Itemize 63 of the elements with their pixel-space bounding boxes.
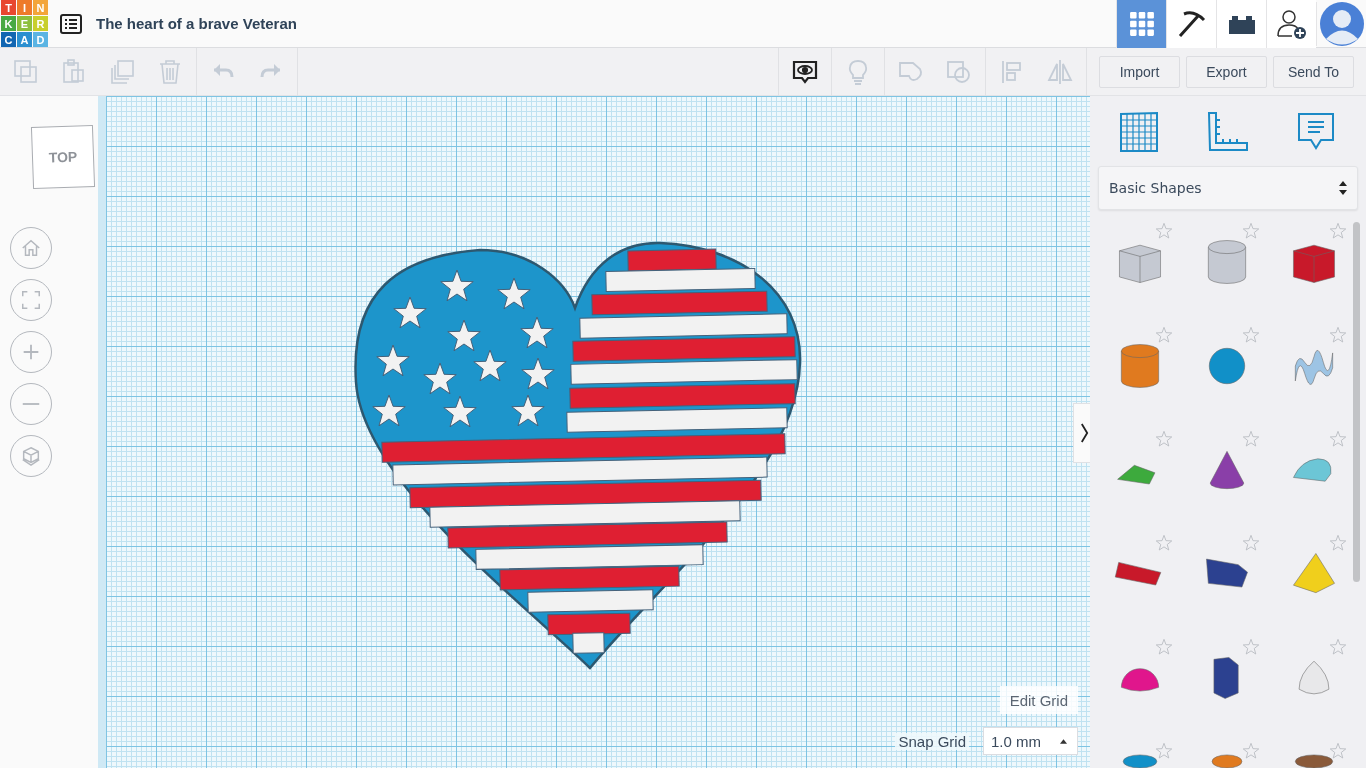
home-icon (20, 237, 42, 259)
logo-letter: I (17, 0, 32, 15)
home-button[interactable] (10, 227, 52, 269)
zoom-in-button[interactable] (10, 331, 52, 373)
logo-letter: R (33, 16, 48, 31)
favorite-star-icon[interactable] (1155, 222, 1173, 240)
favorite-star-icon[interactable] (1329, 222, 1347, 240)
logo-letter: N (33, 0, 48, 15)
ortho-button[interactable] (10, 435, 52, 477)
favorite-star-icon[interactable] (1155, 742, 1173, 760)
copy-icon (12, 57, 40, 86)
favorite-star-icon[interactable] (1242, 430, 1260, 448)
favorite-star-icon[interactable] (1155, 534, 1173, 552)
grid-icon (1128, 10, 1155, 37)
favorite-star-icon[interactable] (1242, 638, 1260, 656)
favorite-star-icon[interactable] (1329, 638, 1347, 656)
logo-letter: D (33, 32, 48, 47)
caret-icon (1060, 738, 1067, 744)
design-title[interactable]: The heart of a brave Veteran (96, 15, 297, 32)
duplicate-icon (108, 57, 136, 86)
heart-flag-drawing[interactable] (354, 241, 802, 670)
add-user-icon (1275, 7, 1308, 40)
favorite-star-icon[interactable] (1242, 326, 1260, 344)
mirror-icon (1046, 57, 1074, 86)
fit-button[interactable] (10, 279, 52, 321)
toolbar-button[interactable]: Export (1186, 55, 1267, 88)
toolbar-button[interactable]: Import (1099, 55, 1180, 88)
ruler-icon (1206, 110, 1250, 154)
fit-view-icon (20, 289, 42, 311)
favorite-star-icon[interactable] (1329, 534, 1347, 552)
favorite-star-icon[interactable] (1242, 222, 1260, 240)
favorite-star-icon[interactable] (1329, 326, 1347, 344)
snap-grid-label: Snap Grid (895, 732, 969, 750)
favorite-star-icon[interactable] (1329, 430, 1347, 448)
favorite-star-icon[interactable] (1155, 638, 1173, 656)
bricks-view-tab[interactable] (1216, 0, 1266, 48)
favorite-star-icon[interactable] (1242, 742, 1260, 760)
edit-grid-button[interactable]: Edit Grid (999, 686, 1078, 714)
avatar-icon[interactable] (1319, 1, 1364, 46)
pickaxe-view-tab[interactable] (1166, 0, 1216, 48)
favorite-star-icon[interactable] (1155, 430, 1173, 448)
ruler-button[interactable] (1206, 110, 1250, 154)
logo-letter: K (1, 16, 16, 31)
scrollbar[interactable] (1353, 222, 1360, 582)
favorite-star-icon[interactable] (1329, 742, 1347, 760)
cube-icon (20, 445, 42, 467)
invite-view-tab[interactable] (1266, 0, 1316, 48)
logo-letter: T (1, 0, 16, 15)
logo-letter: E (17, 16, 32, 31)
chevron-icon (1080, 422, 1089, 444)
workplane-grid[interactable]: Edit Grid Snap Grid 1.0 mm (98, 96, 1090, 768)
sort-arrows-icon (1339, 181, 1347, 195)
zoom-out-button[interactable] (10, 383, 52, 425)
logo-letter: A (17, 32, 32, 47)
minus-icon (20, 402, 42, 406)
favorite-star-icon[interactable] (1242, 534, 1260, 552)
favorite-star-icon[interactable] (1155, 326, 1173, 344)
snap-grid-select[interactable]: 1.0 mm (983, 727, 1078, 755)
logo-letter: C (1, 32, 16, 47)
panel-toggle[interactable] (1073, 403, 1090, 463)
library-dropdown[interactable]: Basic Shapes (1098, 166, 1358, 210)
menu-list-icon[interactable] (60, 13, 82, 34)
toolbar-button[interactable]: Send To (1273, 55, 1354, 88)
